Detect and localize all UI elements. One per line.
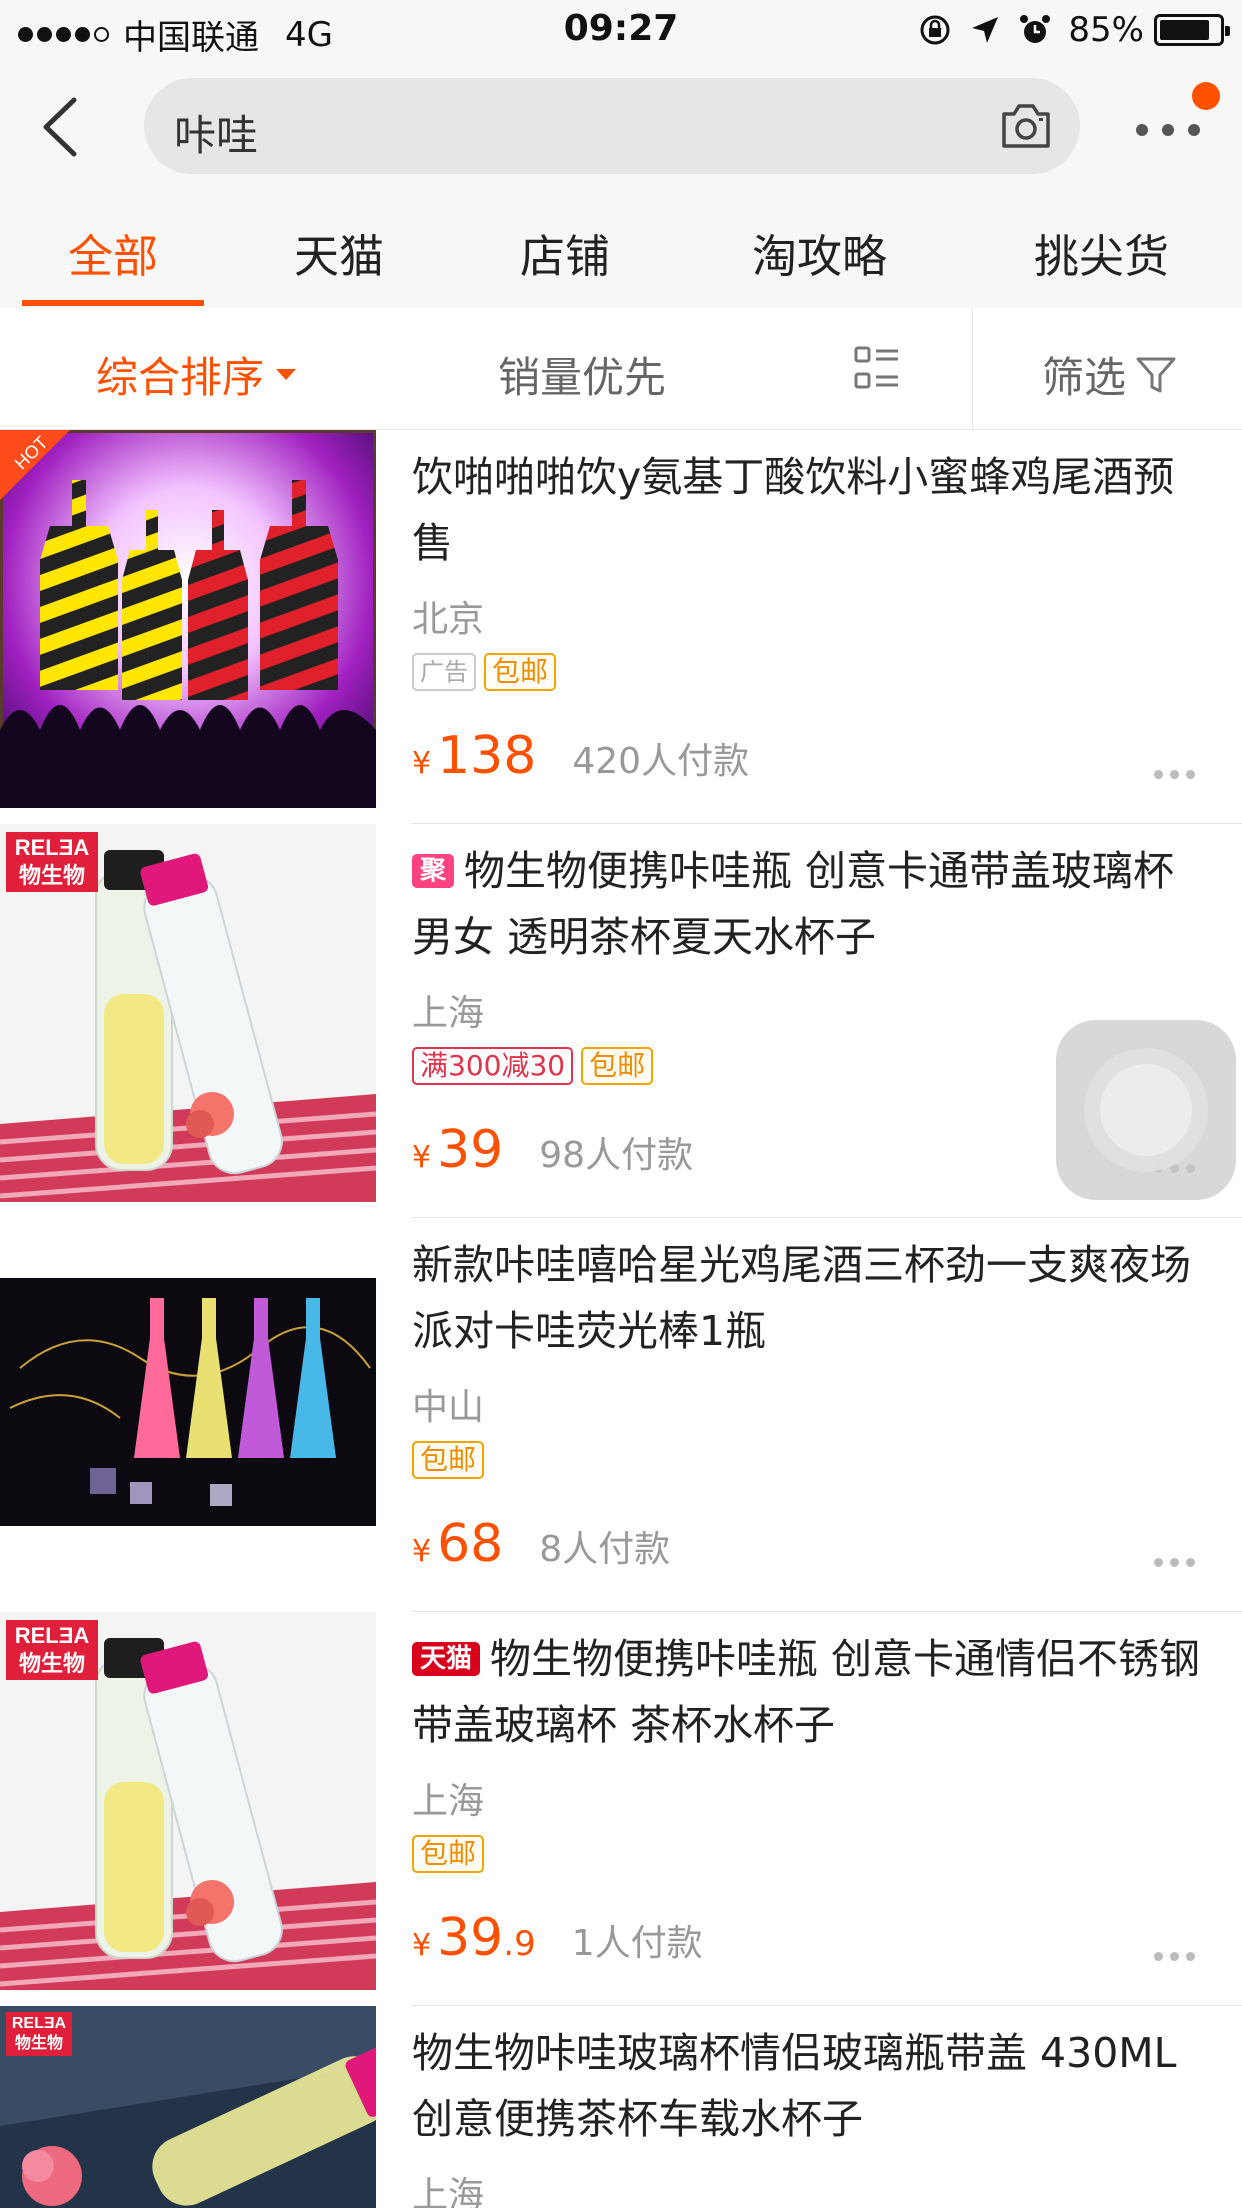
product-image[interactable]: RELƎA 物生物: [0, 2006, 376, 2208]
product-price-row: ¥ 68 8人付款: [412, 1514, 670, 1574]
product-location: 北京: [412, 599, 485, 640]
currency-symbol: ¥: [412, 1140, 432, 1175]
ad-tag: 广告: [412, 653, 476, 691]
product-price-decimal: .9: [503, 1924, 536, 1964]
product-more-icon[interactable]: [1154, 1558, 1198, 1570]
product-title[interactable]: 新款咔哇嘻哈星光鸡尾酒三杯劲一支爽夜场派对卡哇荧光棒1瓶: [412, 1232, 1212, 1364]
brand-label: RELƎA 物生物: [6, 1620, 98, 1680]
product-item[interactable]: HOT 饮啪啪啪饮y氨基丁酸饮料小蜜蜂鸡尾酒预售 北京 广告 包邮 ¥ 138 …: [0, 430, 1242, 824]
discount-tag: 满300减30: [412, 1047, 574, 1085]
product-title-text: 物生物咔哇玻璃杯情侣玻璃瓶带盖 430ML 创意便携茶杯车载水杯子: [412, 2029, 1177, 2143]
currency-symbol: ¥: [412, 1928, 432, 1963]
product-title[interactable]: 聚物生物便携咔哇瓶 创意卡通带盖玻璃杯男女 透明茶杯夏天水杯子: [412, 838, 1212, 970]
camera-icon[interactable]: [998, 100, 1054, 152]
product-more-icon[interactable]: [1154, 1952, 1198, 1964]
search-input[interactable]: 咔哇: [144, 78, 1080, 174]
list-view-icon[interactable]: [852, 344, 902, 394]
product-tags: 广告 包邮: [412, 652, 1212, 692]
product-info: 新款咔哇嘻哈星光鸡尾酒三杯劲一支爽夜场派对卡哇荧光棒1瓶 中山 包邮: [412, 1232, 1212, 1480]
product-item[interactable]: RELƎA 物生物 天猫 物生物便携咔哇瓶 创意卡通情侣不锈钢带盖玻璃杯 茶杯水杯…: [0, 1612, 1242, 2006]
product-sales: 1人付款: [571, 1923, 703, 1964]
tab-tmall[interactable]: 天猫: [294, 220, 384, 285]
product-price: 39: [437, 1120, 504, 1180]
product-tags: 包邮: [412, 1834, 1212, 1874]
caret-down-icon: [276, 369, 297, 380]
product-price: 39: [437, 1908, 504, 1968]
product-image[interactable]: RELƎA 物生物: [0, 824, 376, 1202]
battery-fill: [1160, 20, 1210, 40]
hot-corner-badge: HOT: [0, 430, 70, 500]
product-title[interactable]: 物生物咔哇玻璃杯情侣玻璃瓶带盖 430ML 创意便携茶杯车载水杯子: [412, 2020, 1212, 2152]
battery-percent: 85%: [1068, 10, 1144, 50]
juhuasuan-badge: 聚: [412, 854, 455, 888]
sort-sales[interactable]: 销量优先: [498, 344, 666, 405]
product-image[interactable]: [0, 1278, 376, 1526]
tab-guides[interactable]: 淘攻略: [752, 220, 887, 285]
filter-button[interactable]: 筛选: [1042, 344, 1178, 405]
product-info: 物生物咔哇玻璃杯情侣玻璃瓶带盖 430ML 创意便携茶杯车载水杯子 上海: [412, 2020, 1212, 2208]
free-shipping-tag: 包邮: [412, 1441, 485, 1479]
rotation-lock-icon: [920, 15, 950, 45]
product-price: 68: [437, 1514, 504, 1574]
product-price-row: ¥ 39 98人付款: [412, 1120, 693, 1180]
currency-symbol: ¥: [412, 746, 432, 781]
assistive-touch-button[interactable]: [1056, 1020, 1236, 1200]
product-title[interactable]: 饮啪啪啪饮y氨基丁酸饮料小蜜蜂鸡尾酒预售: [412, 444, 1212, 576]
sort-divider: [972, 308, 973, 430]
product-title-text: 新款咔哇嘻哈星光鸡尾酒三杯劲一支爽夜场派对卡哇荧光棒1瓶: [412, 1241, 1191, 1355]
product-tags: 包邮: [412, 1440, 1212, 1480]
sort-bar: 综合排序 销量优先 筛选: [0, 308, 1242, 430]
product-image[interactable]: HOT: [0, 430, 376, 808]
active-tab-indicator: [22, 300, 204, 306]
product-price-row: ¥ 39.9 1人付款: [412, 1908, 703, 1968]
product-price-row: ¥ 138 420人付款: [412, 726, 749, 786]
search-query: 咔哇: [174, 111, 259, 160]
notification-dot: [1192, 82, 1220, 110]
currency-symbol: ¥: [412, 1534, 432, 1569]
product-price: 138: [437, 726, 537, 786]
battery-icon: [1154, 14, 1230, 46]
product-info: 饮啪啪啪饮y氨基丁酸饮料小蜜蜂鸡尾酒预售 北京 广告 包邮: [412, 444, 1212, 692]
category-tabs: 全部 天猫 店铺 淘攻略 挑尖货: [0, 190, 1242, 308]
product-title-text: 物生物便携咔哇瓶 创意卡通情侣不锈钢带盖玻璃杯 茶杯水杯子: [412, 1635, 1201, 1749]
sort-comprehensive[interactable]: 综合排序: [96, 344, 297, 405]
product-info: 天猫 物生物便携咔哇瓶 创意卡通情侣不锈钢带盖玻璃杯 茶杯水杯子 上海 包邮: [412, 1626, 1212, 1874]
tab-all[interactable]: 全部: [68, 220, 158, 285]
free-shipping-tag: 包邮: [412, 1835, 485, 1873]
alarm-icon: [1020, 15, 1051, 43]
status-right: 85%: [918, 10, 1230, 50]
product-location: 中山: [412, 1387, 485, 1428]
more-icon[interactable]: [1136, 114, 1202, 144]
product-item[interactable]: RELƎA 物生物 物生物咔哇玻璃杯情侣玻璃瓶带盖 430ML 创意便携茶杯车载…: [0, 2006, 1242, 2208]
product-item[interactable]: 新款咔哇嘻哈星光鸡尾酒三杯劲一支爽夜场派对卡哇荧光棒1瓶 中山 包邮 ¥ 68 …: [0, 1218, 1242, 1612]
funnel-icon: [1136, 357, 1176, 392]
brand-label: RELƎA 物生物: [6, 832, 98, 892]
tab-shops[interactable]: 店铺: [520, 220, 610, 285]
status-bar: 中国联通 4G 09:27 85%: [0, 0, 1242, 62]
product-location: 上海: [412, 1781, 485, 1822]
tmall-badge: 天猫: [412, 1642, 481, 1676]
free-shipping-tag: 包邮: [484, 653, 557, 691]
location-arrow-icon: [972, 17, 999, 43]
product-image[interactable]: RELƎA 物生物: [0, 1612, 376, 1990]
product-sales: 98人付款: [539, 1135, 694, 1176]
product-more-icon[interactable]: [1154, 770, 1198, 782]
product-title-text: 物生物便携咔哇瓶 创意卡通带盖玻璃杯男女 透明茶杯夏天水杯子: [412, 847, 1175, 961]
back-icon[interactable]: [30, 92, 90, 162]
assistive-ring-inner: [1100, 1064, 1192, 1156]
product-title[interactable]: 天猫 物生物便携咔哇瓶 创意卡通情侣不锈钢带盖玻璃杯 茶杯水杯子: [412, 1626, 1212, 1758]
free-shipping-tag: 包邮: [581, 1047, 654, 1085]
tab-picks[interactable]: 挑尖货: [1034, 220, 1169, 285]
sort-sales-label: 销量优先: [498, 353, 667, 402]
search-header: 咔哇: [0, 62, 1242, 190]
sort-comprehensive-label: 综合排序: [96, 353, 265, 402]
product-location: 上海: [412, 2175, 485, 2208]
filter-label: 筛选: [1042, 353, 1127, 402]
brand-label: RELƎA 物生物: [6, 2012, 72, 2056]
product-sales: 8人付款: [539, 1529, 671, 1570]
product-sales: 420人付款: [572, 741, 750, 782]
product-title-text: 饮啪啪啪饮y氨基丁酸饮料小蜜蜂鸡尾酒预售: [412, 453, 1175, 567]
